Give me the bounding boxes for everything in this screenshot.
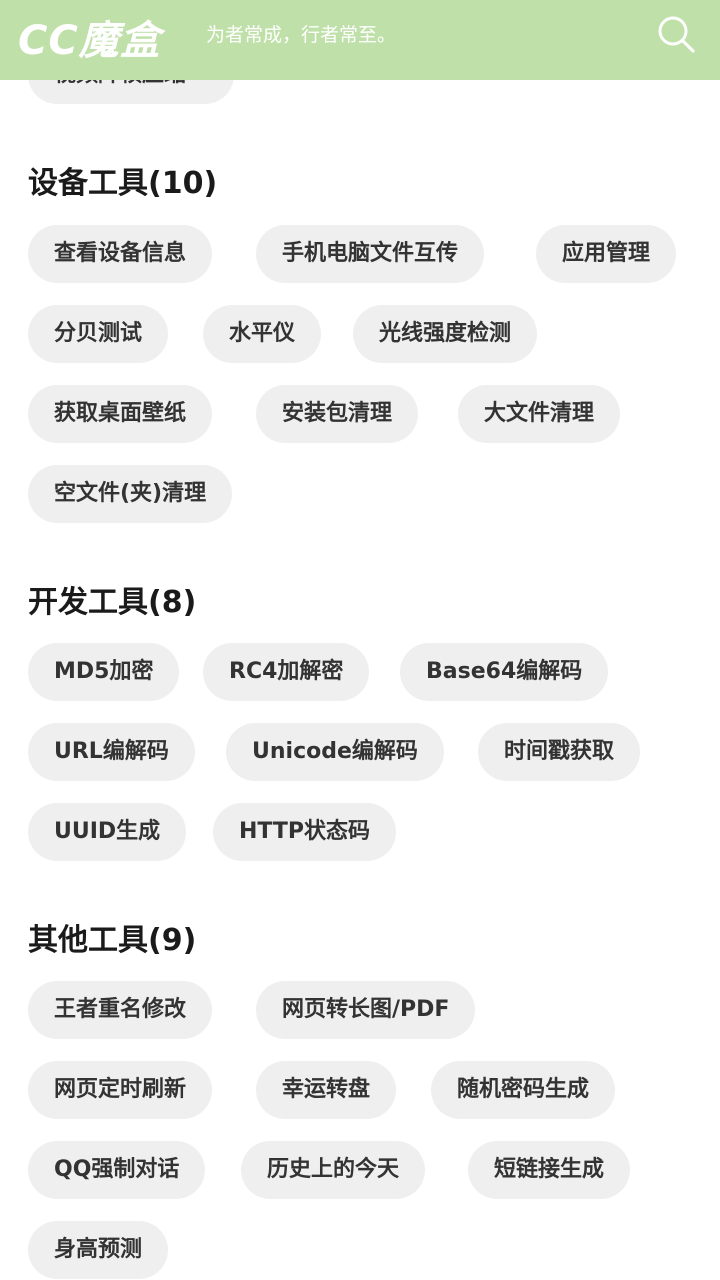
tool-chip[interactable]: RC4加解密 xyxy=(203,643,370,701)
tool-chip[interactable]: 随机密码生成 xyxy=(431,1061,616,1119)
tool-chip[interactable]: 空文件(夹)清理 xyxy=(28,465,233,523)
tool-chip[interactable]: URL编解码 xyxy=(28,723,195,781)
app-logo[interactable]: CC魔盒 xyxy=(18,8,161,66)
tool-chip[interactable]: UUID生成 xyxy=(28,803,187,861)
app-header: CC魔盒 为者常成，行者常至。 xyxy=(0,0,720,80)
search-icon xyxy=(658,16,695,53)
tool-chip[interactable]: 幸运转盘 xyxy=(256,1061,397,1119)
tool-chip[interactable]: 历史上的今天 xyxy=(241,1141,426,1199)
tool-chip[interactable]: 网页转长图/PDF xyxy=(256,981,476,1039)
tool-chip[interactable]: 时间戳获取 xyxy=(478,723,641,781)
tool-chip[interactable]: 安装包清理 xyxy=(256,385,419,443)
tool-chip[interactable]: 应用管理 xyxy=(536,225,677,283)
section-title-device-tools: 设备工具(10) xyxy=(28,166,218,201)
section-title-dev-tools: 开发工具(8) xyxy=(28,585,197,620)
tool-chip[interactable]: 光线强度检测 xyxy=(353,305,538,363)
tool-chip[interactable]: 获取桌面壁纸 xyxy=(28,385,213,443)
tool-chip[interactable]: 手机电脑文件互传 xyxy=(256,225,485,283)
tool-chip[interactable]: Unicode编解码 xyxy=(226,723,444,781)
section-title-other-tools: 其他工具(9) xyxy=(28,923,197,958)
tool-chip[interactable]: 查看设备信息 xyxy=(28,225,213,283)
tool-chip[interactable]: 王者重名修改 xyxy=(28,981,213,1039)
tool-list: 视频降帧压缩 设备工具(10) 查看设备信息 手机电脑文件互传 应用管理 分贝测… xyxy=(0,0,720,1280)
tool-chip[interactable]: QQ强制对话 xyxy=(28,1141,206,1199)
tool-chip[interactable]: 分贝测试 xyxy=(28,305,169,363)
tool-chip[interactable]: MD5加密 xyxy=(28,643,180,701)
app-slogan: 为者常成，行者常至。 xyxy=(206,24,397,46)
tool-chip[interactable]: 短链接生成 xyxy=(468,1141,631,1199)
tool-chip[interactable]: HTTP状态码 xyxy=(213,803,397,861)
tool-chip[interactable]: Base64编解码 xyxy=(400,643,609,701)
tool-chip[interactable]: 水平仪 xyxy=(203,305,322,363)
search-button[interactable] xyxy=(654,12,698,56)
tool-chip[interactable]: 身高预测 xyxy=(28,1221,169,1279)
tool-chip[interactable]: 网页定时刷新 xyxy=(28,1061,213,1119)
tool-chip[interactable]: 大文件清理 xyxy=(458,385,621,443)
